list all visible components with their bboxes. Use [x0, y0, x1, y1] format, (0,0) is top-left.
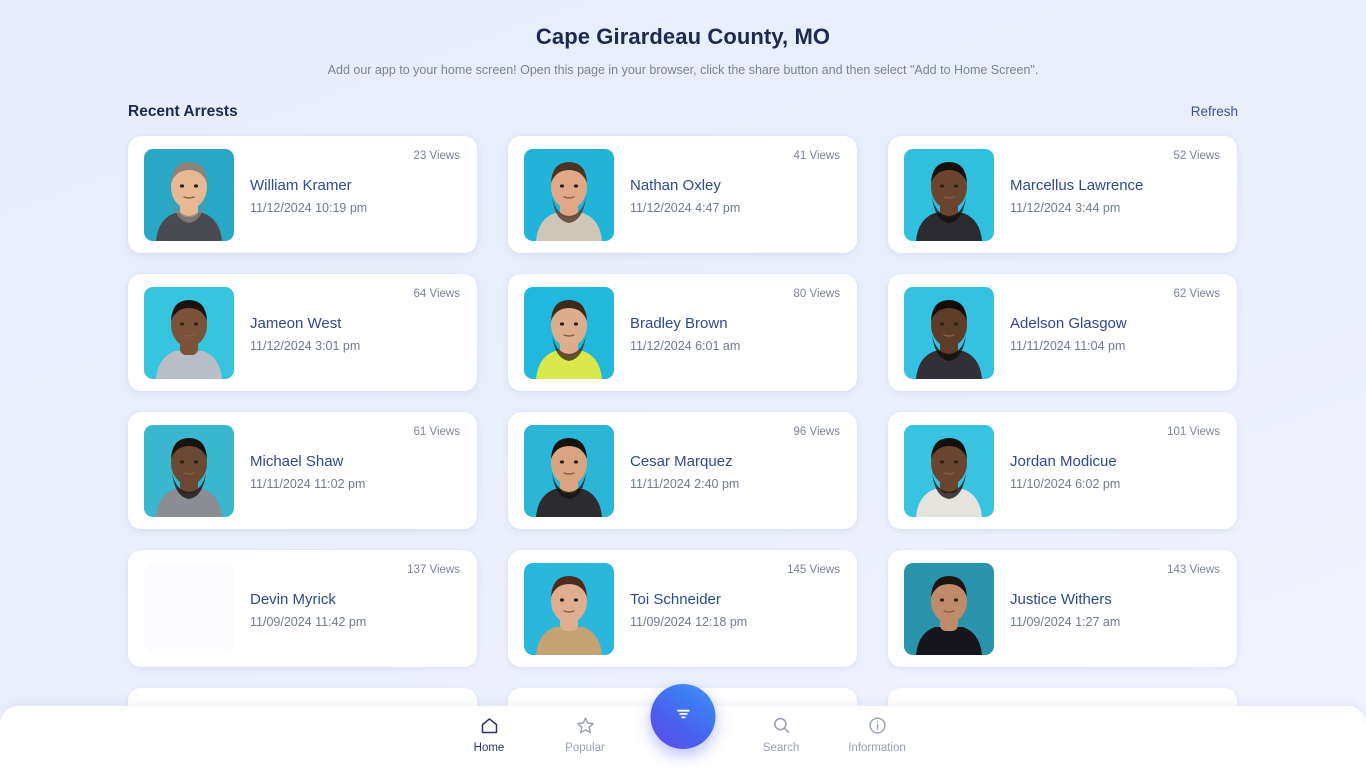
arrest-datetime: 11/12/2024 10:19 pm: [250, 201, 368, 216]
mugshot-thumbnail: [144, 286, 234, 379]
arrest-card-body: Nathan Oxley 11/12/2024 4:47 pm: [630, 174, 841, 215]
search-icon: [771, 715, 792, 736]
arrest-datetime: 11/12/2024 4:47 pm: [630, 201, 741, 216]
section-bar: Recent Arrests Refresh: [128, 103, 1238, 121]
arrestee-name[interactable]: Justice Withers: [1010, 588, 1160, 611]
star-icon: [575, 715, 596, 736]
nav-item-popular[interactable]: Popular: [537, 715, 633, 754]
arrest-card-body: Jordan Modicue 11/10/2024 6:02 pm: [1010, 450, 1221, 491]
mugshot-thumbnail: [904, 424, 994, 517]
bottom-navigation: Home Popular Search Information: [0, 684, 1366, 768]
nav-label: Home: [473, 742, 505, 754]
arrest-card-grid: William Kramer 11/12/2024 10:19 pm 23 View…: [128, 136, 1238, 667]
arrest-datetime: 11/09/2024 12:18 pm: [630, 615, 748, 630]
arrest-datetime: 11/12/2024 6:01 am: [630, 339, 741, 354]
views-count: 101 Views: [1167, 426, 1220, 438]
arrest-card-body: William Kramer 11/12/2024 10:19 pm: [250, 174, 461, 215]
arrest-card-body: Bradley Brown 11/12/2024 6:01 am: [630, 312, 841, 353]
mugshot-thumbnail: [144, 424, 234, 517]
arrest-card[interactable]: Jameon West 11/12/2024 3:01 pm 64 Views: [128, 274, 477, 391]
page-title: Cape Girardeau County, MO: [535, 24, 831, 49]
nav-label: Search: [762, 742, 800, 754]
arrest-card[interactable]: William Kramer 11/12/2024 10:19 pm 23 View…: [128, 136, 477, 253]
arrest-card-body: Justice Withers 11/09/2024 1:27 am: [1010, 588, 1221, 629]
arrestee-name[interactable]: Cesar Marquez: [630, 450, 780, 473]
arrest-card-body: Cesar Marquez 11/11/2024 2:40 pm: [630, 450, 841, 491]
arrest-card-body: Marcellus Lawrence 11/12/2024 3:44 pm: [1010, 174, 1221, 215]
arrest-card[interactable]: Devin Myrick 11/09/2024 11:42 pm 137 Views: [128, 550, 477, 667]
views-count: 52 Views: [1173, 150, 1220, 162]
arrestee-name[interactable]: Nathan Oxley: [630, 174, 780, 197]
arrestee-name[interactable]: Jameon West: [250, 312, 400, 335]
mugshot-thumbnail: [144, 562, 234, 655]
nav-item-home[interactable]: Home: [441, 715, 537, 754]
views-count: 23 Views: [413, 150, 460, 162]
arrest-card[interactable]: Justice Withers 11/09/2024 1:27 am 143 Vie…: [888, 550, 1237, 667]
views-count: 137 Views: [407, 564, 460, 576]
arrest-card-body: Devin Myrick 11/09/2024 11:42 pm: [250, 588, 461, 629]
refresh-button[interactable]: Refresh: [1191, 104, 1238, 119]
arrestee-name[interactable]: Devin Myrick: [250, 588, 400, 611]
mugshot-thumbnail: [904, 562, 994, 655]
views-count: 61 Views: [413, 426, 460, 438]
arrest-card[interactable]: Adelson Glasgow 11/11/2024 11:04 pm 62 Vie…: [888, 274, 1237, 391]
arrest-datetime: 11/11/2024 2:40 pm: [630, 477, 740, 492]
arrest-datetime: 11/12/2024 3:44 pm: [1010, 201, 1121, 216]
arrestee-name[interactable]: Bradley Brown: [630, 312, 780, 335]
arrest-card-body: Michael Shaw 11/11/2024 11:02 pm: [250, 450, 461, 491]
mugshot-thumbnail: [904, 148, 994, 241]
arrest-card[interactable]: Nathan Oxley 11/12/2024 4:47 pm 41 Views: [508, 136, 857, 253]
arrestee-name[interactable]: Michael Shaw: [250, 450, 400, 473]
arrestee-name[interactable]: Marcellus Lawrence: [1010, 174, 1160, 197]
arrest-datetime: 11/10/2024 6:02 pm: [1010, 477, 1121, 492]
arrest-card[interactable]: Marcellus Lawrence 11/12/2024 3:44 pm 52 V…: [888, 136, 1237, 253]
arrest-datetime: 11/09/2024 1:27 am: [1010, 615, 1121, 630]
arrest-datetime: 11/11/2024 11:04 pm: [1010, 339, 1126, 354]
info-icon: [867, 715, 888, 736]
arrestee-name[interactable]: Jordan Modicue: [1010, 450, 1160, 473]
arrest-card[interactable]: Bradley Brown 11/12/2024 6:01 am 80 Views: [508, 274, 857, 391]
mugshot-thumbnail: [524, 148, 614, 241]
mugshot-thumbnail: [144, 148, 234, 241]
arrest-datetime: 11/09/2024 11:42 pm: [250, 615, 367, 630]
views-count: 80 Views: [793, 288, 840, 300]
nav-item-information[interactable]: Information: [829, 715, 925, 754]
arrestee-name[interactable]: Toi Schneider: [630, 588, 780, 611]
filter-fab-button[interactable]: [650, 684, 716, 749]
arrest-card-body: Jameon West 11/12/2024 3:01 pm: [250, 312, 461, 353]
arrest-datetime: 11/11/2024 11:02 pm: [250, 477, 366, 492]
page-header: Cape Girardeau County, MO Add our app to…: [0, 0, 1366, 77]
arrestee-name[interactable]: William Kramer: [250, 174, 400, 197]
home-icon: [479, 715, 500, 736]
arrest-card-body: Adelson Glasgow 11/11/2024 11:04 pm: [1010, 312, 1221, 353]
mugshot-thumbnail: [904, 286, 994, 379]
arrest-card-body: Toi Schneider 11/09/2024 12:18 pm: [630, 588, 841, 629]
views-count: 64 Views: [413, 288, 460, 300]
nav-item-search[interactable]: Search: [733, 715, 829, 754]
arrest-card[interactable]: Toi Schneider 11/09/2024 12:18 pm 145 View…: [508, 550, 857, 667]
nav-label: Popular: [565, 742, 605, 754]
recent-arrests-heading: Recent Arrests: [128, 103, 238, 120]
arrest-card[interactable]: Cesar Marquez 11/11/2024 2:40 pm 96 Views: [508, 412, 857, 529]
mugshot-thumbnail: [524, 286, 614, 379]
mugshot-thumbnail: [524, 562, 614, 655]
views-count: 143 Views: [1167, 564, 1220, 576]
arrestee-name[interactable]: Adelson Glasgow: [1010, 312, 1160, 335]
page-subtitle: Add our app to your home screen! Open th…: [327, 63, 1039, 77]
views-count: 145 Views: [787, 564, 840, 576]
arrest-card[interactable]: Michael Shaw 11/11/2024 11:02 pm 61 Views: [128, 412, 477, 529]
views-count: 96 Views: [793, 426, 840, 438]
arrest-datetime: 11/12/2024 3:01 pm: [250, 339, 361, 354]
views-count: 62 Views: [1173, 288, 1220, 300]
nav-label: Information: [848, 742, 906, 754]
arrest-card[interactable]: Jordan Modicue 11/10/2024 6:02 pm 101 View…: [888, 412, 1237, 529]
mugshot-thumbnail: [524, 424, 614, 517]
filter-icon: [673, 704, 693, 729]
views-count: 41 Views: [793, 150, 840, 162]
